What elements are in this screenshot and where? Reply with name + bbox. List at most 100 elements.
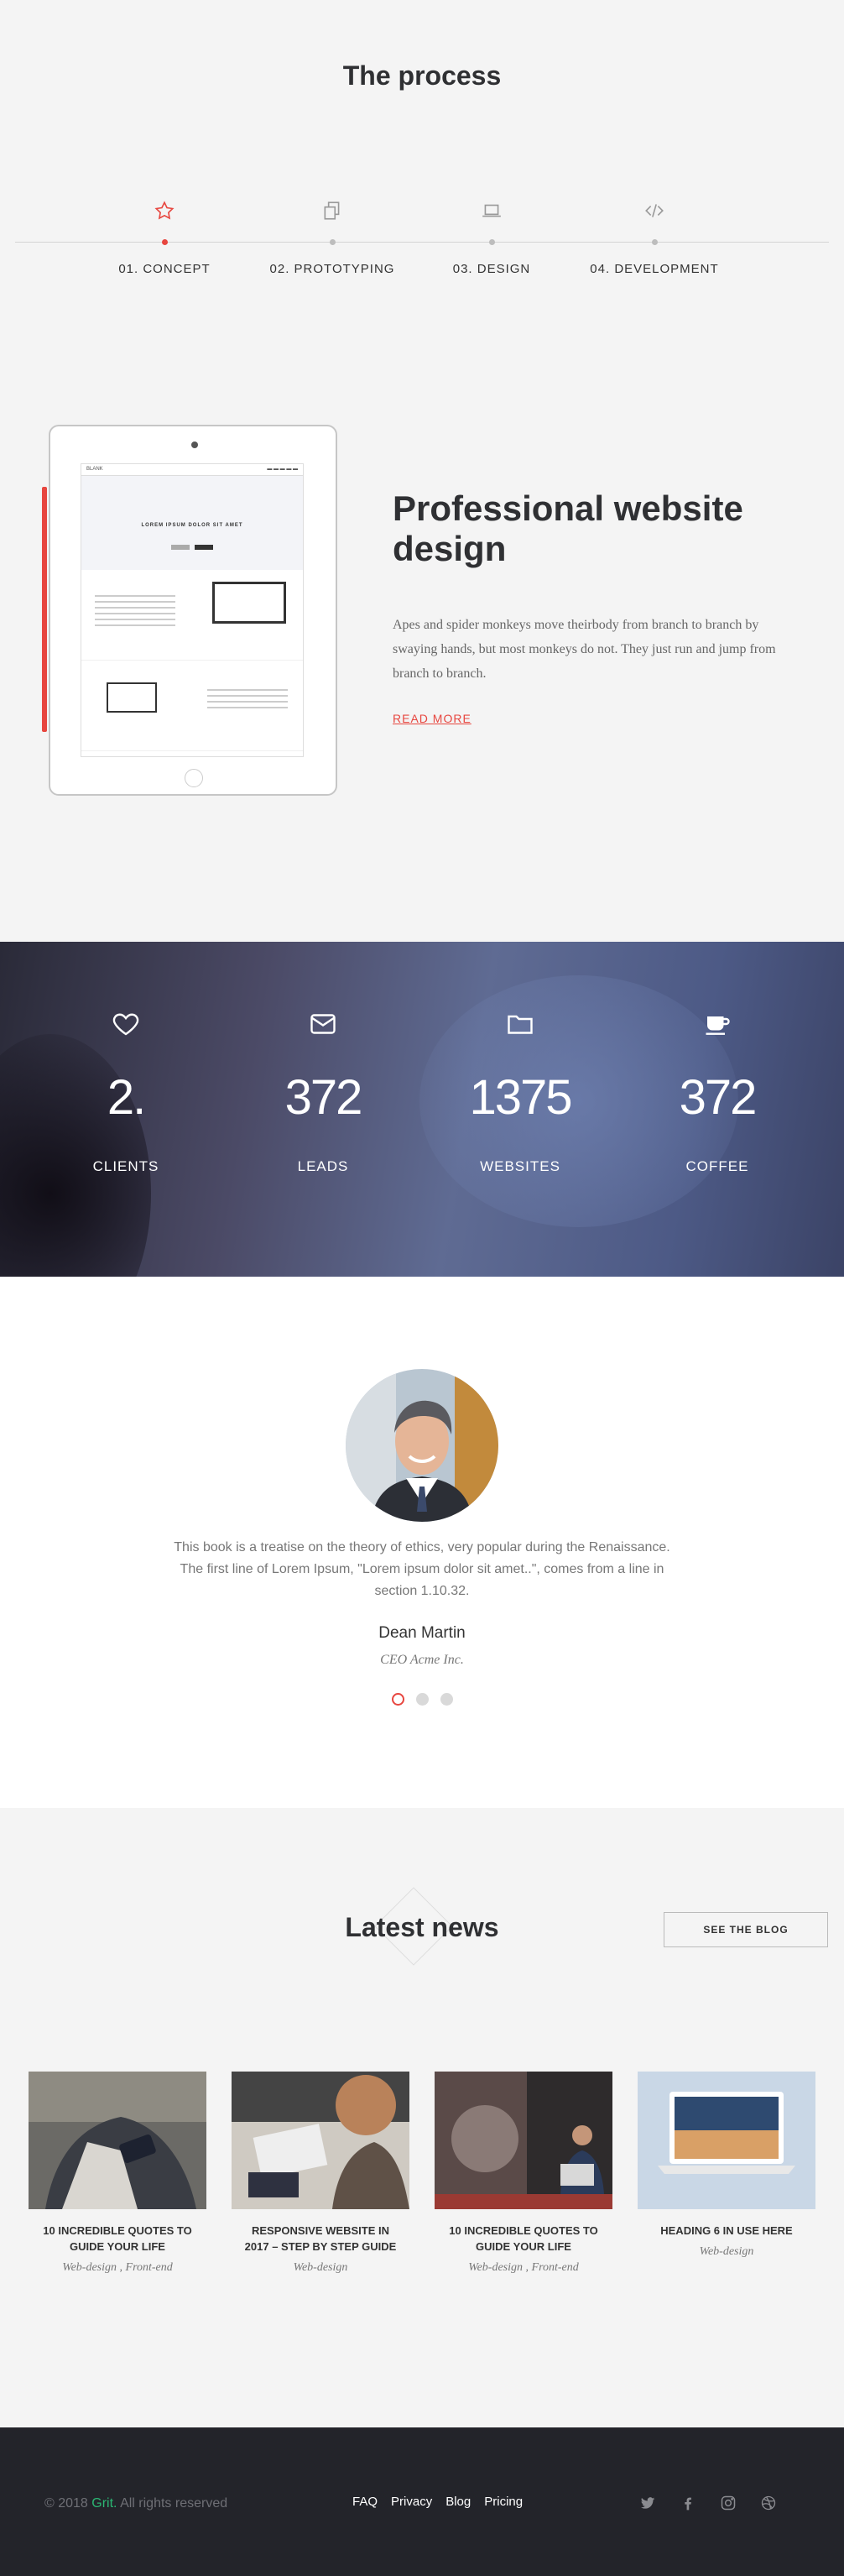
code-icon	[645, 204, 664, 217]
news-card-title: 10 INCREDIBLE QUOTES TO GUIDE YOUR LIFE	[43, 2224, 192, 2253]
testimonial-section: This book is a treatise on the theory of…	[0, 1277, 844, 1808]
news-image	[29, 2072, 206, 2209]
stat-value: 372	[284, 1070, 363, 1125]
heart-icon	[112, 1013, 139, 1036]
envelope-icon	[310, 1014, 336, 1034]
feature-title: Professional website design	[393, 489, 743, 568]
process-step-development[interactable]: 04. DEVELOPMENT	[570, 200, 738, 276]
news-card-tags: Web-design	[293, 2261, 348, 2274]
step-label: 02. PROTOTYPING	[269, 262, 395, 276]
mockup-monitor	[212, 582, 286, 624]
process-section: The process 01. CONCEPT 02. PROTOTYPING …	[0, 0, 844, 336]
news-card[interactable]: HEADING 6 IN USE HERE Web-design	[638, 2072, 815, 2259]
stat-websites: 1375 WEBSITES	[419, 1009, 621, 1175]
footer: © 2018 Grit. All rights reserved FAQ Pri…	[0, 2427, 844, 2576]
avatar-photo	[346, 1369, 498, 1522]
read-more-link[interactable]: READ MORE	[393, 712, 471, 725]
process-title: The process	[342, 60, 502, 91]
footer-nav: FAQ Privacy Blog Pricing	[352, 2495, 523, 2509]
process-step-concept[interactable]: 01. CONCEPT	[81, 200, 248, 276]
news-card[interactable]: 10 INCREDIBLE QUOTES TO GUIDE YOUR LIFE …	[29, 2072, 206, 2275]
star-icon	[154, 201, 175, 220]
mockup-text-lines	[95, 595, 175, 630]
avatar	[346, 1369, 498, 1522]
mockup-row	[81, 661, 303, 751]
timeline-dot	[488, 239, 495, 245]
mockup-hero-buttons	[81, 545, 303, 550]
mockup-button	[195, 545, 213, 550]
mockup-laptop	[107, 682, 157, 713]
step-label: 03. DESIGN	[452, 262, 531, 276]
stat-leads: 372 LEADS	[222, 1009, 424, 1175]
news-image	[232, 2072, 409, 2209]
copy-icon	[324, 201, 340, 220]
news-card-title: HEADING 6 IN USE HERE	[660, 2224, 793, 2237]
news-card-title: 10 INCREDIBLE QUOTES TO GUIDE YOUR LIFE	[449, 2224, 598, 2253]
dribbble-icon[interactable]	[760, 2495, 777, 2511]
copyright-prefix: © 2018	[44, 2496, 92, 2511]
tablet-mockup: BLANK ▬ ▬ ▬ ▬ ▬ LOREM IPSUM DOLOR SIT AM…	[49, 425, 337, 796]
slider-dot[interactable]	[440, 1693, 453, 1706]
stat-label: LEADS	[297, 1158, 349, 1174]
timeline-dot	[651, 239, 658, 245]
tablet-camera	[191, 442, 198, 448]
twitter-icon[interactable]	[639, 2495, 656, 2511]
step-label: 04. DEVELOPMENT	[590, 262, 719, 276]
coffee-icon	[706, 1016, 730, 1035]
social-links	[639, 2495, 777, 2511]
process-step-prototyping[interactable]: 02. PROTOTYPING	[248, 200, 416, 276]
stats-section: 2. CLIENTS 372 LEADS 1375 WEBSITES 372 C…	[0, 942, 844, 1277]
slider-dot[interactable]	[391, 1693, 404, 1706]
testimonial-quote: This book is a treatise on the theory of…	[174, 1540, 670, 1598]
news-card-tags: Web-design	[699, 2245, 754, 2258]
facebook-icon[interactable]	[680, 2495, 696, 2511]
news-image	[638, 2072, 815, 2209]
feature-section: BLANK ▬ ▬ ▬ ▬ ▬ LOREM IPSUM DOLOR SIT AM…	[0, 336, 844, 942]
process-step-design[interactable]: 03. DESIGN	[408, 200, 576, 276]
footer-link-blog[interactable]: Blog	[445, 2495, 471, 2509]
stat-value: 2.	[107, 1070, 146, 1125]
footer-link-pricing[interactable]: Pricing	[484, 2495, 523, 2509]
news-card[interactable]: 10 INCREDIBLE QUOTES TO GUIDE YOUR LIFE …	[435, 2072, 612, 2275]
stat-coffee: 372 COFFEE	[617, 1009, 818, 1175]
slider-dots	[0, 1693, 844, 1706]
testimonial-role: CEO Acme Inc.	[380, 1653, 464, 1667]
mockup-hero: LOREM IPSUM DOLOR SIT AMET	[81, 476, 303, 570]
stat-label: COFFEE	[685, 1158, 749, 1174]
laptop-icon	[482, 204, 501, 217]
mockup-nav: BLANK ▬ ▬ ▬ ▬ ▬	[81, 464, 303, 476]
news-section: Latest news SEE THE BLOG 10 INCREDIBLE Q…	[0, 1808, 844, 2427]
stat-label: CLIENTS	[92, 1158, 159, 1174]
footer-link-faq[interactable]: FAQ	[352, 2495, 378, 2509]
mockup-row	[81, 570, 303, 661]
stat-label: WEBSITES	[480, 1158, 560, 1174]
stat-clients: 2. CLIENTS	[25, 1009, 227, 1175]
brand-name[interactable]: Grit.	[91, 2496, 117, 2511]
mockup-brand: BLANK	[86, 467, 103, 472]
news-card-tags: Web-design , Front-end	[468, 2261, 579, 2274]
stat-value: 1375	[469, 1070, 572, 1125]
tablet-home-button	[185, 769, 203, 787]
testimonial-author: Dean Martin	[378, 1624, 466, 1642]
instagram-icon[interactable]	[720, 2495, 737, 2511]
mockup-button	[171, 545, 190, 550]
footer-link-privacy[interactable]: Privacy	[391, 2495, 432, 2509]
news-card[interactable]: RESPONSIVE WEBSITE IN 2017 – STEP BY STE…	[232, 2072, 409, 2275]
folder-icon	[508, 1015, 533, 1034]
tablet-screen: BLANK ▬ ▬ ▬ ▬ ▬ LOREM IPSUM DOLOR SIT AM…	[81, 463, 304, 757]
tablet-pencil	[42, 487, 47, 732]
timeline-dot	[161, 239, 168, 245]
mockup-hero-title: LOREM IPSUM DOLOR SIT AMET	[141, 523, 243, 528]
mockup-menu: ▬ ▬ ▬ ▬ ▬	[267, 467, 298, 472]
news-card-tags: Web-design , Front-end	[62, 2261, 173, 2274]
step-label: 01. CONCEPT	[118, 262, 211, 276]
copyright-suffix: All rights reserved	[117, 2496, 228, 2511]
news-image	[435, 2072, 612, 2209]
copyright: © 2018 Grit. All rights reserved	[44, 2496, 227, 2511]
slider-dot[interactable]	[415, 1693, 429, 1706]
stat-value: 372	[679, 1070, 758, 1125]
mockup-text-lines	[207, 689, 288, 713]
feature-description: Apes and spider monkeys move theirbody f…	[393, 618, 776, 681]
see-blog-button[interactable]: SEE THE BLOG	[664, 1912, 828, 1947]
news-card-title: RESPONSIVE WEBSITE IN 2017 – STEP BY STE…	[244, 2224, 397, 2253]
